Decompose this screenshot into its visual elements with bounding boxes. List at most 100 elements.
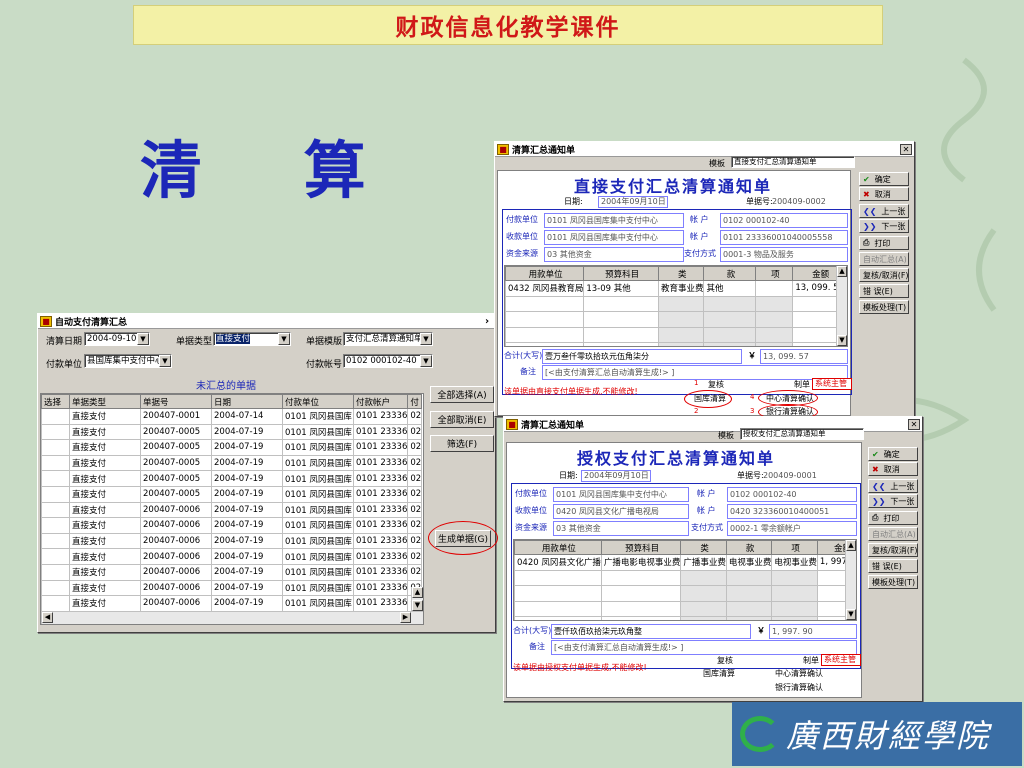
confirm-button[interactable]: ✔ 确定 [859, 172, 909, 186]
select-cell[interactable] [41, 517, 70, 534]
chevron-up-icon[interactable]: ▲ [837, 266, 847, 277]
template-field[interactable]: 直接支付汇总清算通知单 [731, 156, 855, 168]
method-field[interactable]: 0002-1 零余额帐户 [727, 521, 857, 536]
payer-select[interactable]: 县国库集中支付中心 ▼ [84, 354, 172, 368]
auto-summary-button[interactable]: 自动汇总(A) [868, 527, 918, 541]
grid-hscroll[interactable]: ◀ ▶ [41, 611, 423, 624]
cancel-all-button[interactable]: 全部取消(E) [430, 411, 494, 428]
table-row[interactable]: 直接支付200407-00062004-07-190101 凤冈县国库0101 … [41, 563, 423, 581]
select-cell[interactable] [41, 548, 70, 565]
select-cell[interactable] [41, 595, 70, 612]
print-button[interactable]: ⎙ 打印 [859, 236, 909, 250]
cancel-button[interactable]: ✖ 取消 [868, 462, 918, 476]
document-grid[interactable]: 选择 单据类型 单据号 日期 付款单位 付款帐户付 直接支付 200407-0001 2004… [40, 393, 424, 625]
review-toggle-button[interactable]: 复核/取消(F) [859, 268, 909, 282]
template-select[interactable]: 支付汇总清算通知单 ▼ [343, 332, 433, 346]
table-row[interactable]: 直接支付200407-00062004-07-190101 凤冈县国库0101 … [41, 532, 423, 550]
prev-button[interactable]: ❮❮ 上一张 [868, 479, 918, 493]
table-row[interactable]: 直接支付200407-00062004-07-190101 凤冈县国库0101 … [41, 595, 423, 612]
payee-acct-field[interactable]: 0101 23336001040005558 [720, 230, 848, 245]
table-row[interactable]: 直接支付 200407-0005 2004-07-19 0101 凤冈县国库 0101 … [41, 470, 423, 487]
table-row[interactable]: 直接支付 200407-0005 2004-07-19 0101 凤冈县国库 0101 … [41, 423, 423, 441]
table-row[interactable]: 直接支付 200407-0005 2004-07-19 0101 凤冈县国库 0101 … [41, 485, 423, 503]
select-cell[interactable] [41, 454, 70, 472]
column-header[interactable]: 选择 [41, 394, 70, 409]
template-button[interactable]: 模板处理(T) [859, 300, 909, 314]
table-row[interactable]: 直接支付200407-00062004-07-190101 凤冈县国库0101 … [41, 579, 423, 597]
template-field[interactable]: 授权支付汇总清算通知单 [740, 428, 864, 440]
select-cell[interactable] [41, 532, 70, 550]
select-cell[interactable] [41, 563, 70, 581]
select-cell[interactable] [41, 439, 70, 456]
scroll-right-icon[interactable]: › [481, 316, 493, 327]
select-all-button[interactable]: 全部选择(A) [430, 386, 494, 403]
select-cell[interactable] [41, 485, 70, 503]
chevron-up-icon[interactable]: ▲ [412, 587, 423, 598]
select-cell[interactable] [41, 501, 70, 519]
chevron-down-icon[interactable]: ▼ [837, 335, 847, 346]
column-header[interactable]: 付 [407, 394, 423, 409]
payee-field[interactable]: 0101 凤冈县国库集中支付中心 [544, 230, 684, 245]
cancel-button[interactable]: ✖ 取消 [859, 187, 909, 201]
payer-acct-field[interactable]: 0102 000102-40 [720, 213, 848, 228]
review-toggle-button[interactable]: 复核/取消(F) [868, 543, 918, 557]
fund-field[interactable]: 03 其他资金 [553, 521, 689, 536]
chevron-right-icon[interactable]: ▶ [400, 612, 411, 623]
date-field[interactable]: 2004年09月10日 [598, 196, 668, 208]
chevron-down-icon[interactable]: ▼ [846, 609, 856, 620]
direct-detail-grid[interactable]: 用款单位 预算科目类款项金额 0432 凤冈县教育局 13-09 其他 教育事业费 其他… [504, 265, 848, 347]
remark-field[interactable]: [<由支付清算汇总自动清算生成!> ] [551, 640, 857, 655]
table-row[interactable]: 直接支付 200407-0005 2004-07-19 0101 凤冈县国库 0101 … [41, 454, 423, 472]
error-button[interactable]: 错 误(E) [868, 559, 918, 573]
select-cell[interactable] [41, 470, 70, 487]
payer-field[interactable]: 0101 凤冈县国库集中支付中心 [553, 487, 689, 502]
table-row[interactable]: 直接支付200407-00062004-07-190101 凤冈县国库0101 … [41, 517, 423, 534]
chevron-down-icon[interactable]: ▼ [420, 333, 432, 345]
select-cell[interactable] [41, 408, 70, 425]
filter-button[interactable]: 筛选(F) [430, 435, 494, 452]
column-header[interactable]: 付款帐户 [352, 394, 409, 409]
clear-date-field[interactable]: 2004-09-10 ▼ [84, 332, 150, 346]
chevron-down-icon[interactable]: ▼ [420, 355, 432, 367]
chevron-left-icon[interactable]: ◀ [42, 612, 53, 623]
column-header[interactable]: 付款单位 [282, 394, 354, 409]
select-cell[interactable] [41, 579, 70, 597]
chevron-down-icon[interactable]: ▼ [278, 333, 290, 345]
fund-field[interactable]: 03 其他资金 [544, 247, 684, 262]
chevron-down-icon[interactable]: ▼ [159, 355, 171, 367]
detail-vscroll[interactable]: ▲ ▼ [836, 266, 847, 346]
date-field[interactable]: 2004年09月10日 [581, 470, 651, 482]
detail-row[interactable]: 0432 凤冈县教育局 13-09 其他 教育事业费 其他 13, 099. 57 [505, 280, 847, 297]
table-row[interactable]: 直接支付 200407-0001 2004-07-14 0101 凤冈县国库 0101 … [41, 408, 423, 425]
payee-field[interactable]: 0420 凤冈县文化广播电视局 [553, 504, 689, 519]
chevron-down-icon[interactable]: ▼ [137, 333, 149, 345]
table-row[interactable]: 直接支付 200407-0005 2004-07-19 0101 凤冈县国库 0101 … [41, 439, 423, 456]
template-button[interactable]: 模板处理(T) [868, 575, 918, 589]
grid-vscroll[interactable]: ▲ ▼ [411, 587, 423, 611]
next-button[interactable]: ❯❯ 下一张 [868, 494, 918, 508]
close-icon[interactable]: ✕ [900, 143, 912, 155]
select-cell[interactable] [41, 423, 70, 441]
detail-row[interactable]: 0420 凤冈县文化广播 广播电影电视事业费 广播事业费 电视事业费 电视事业费 1, 9… [514, 554, 856, 571]
account-select[interactable]: 0102 000102-40 ▼ [343, 354, 433, 368]
column-header[interactable]: 日期 [211, 394, 283, 409]
payee-acct-field[interactable]: 0420 323360010400051 [727, 504, 857, 519]
table-row[interactable]: 直接支付200407-00062004-07-190101 凤冈县国库0101 … [41, 501, 423, 519]
auto-summary-button[interactable]: 自动汇总(A) [859, 252, 909, 266]
confirm-button[interactable]: ✔ 确定 [868, 447, 918, 461]
chevron-up-icon[interactable]: ▲ [846, 540, 856, 551]
column-header[interactable]: 单据类型 [69, 394, 141, 409]
prev-button[interactable]: ❮❮ 上一张 [859, 204, 909, 218]
chevron-down-icon[interactable]: ▼ [412, 600, 423, 611]
detail-vscroll[interactable]: ▲ ▼ [845, 540, 856, 620]
payer-acct-field[interactable]: 0102 000102-40 [727, 487, 857, 502]
table-row[interactable]: 直接支付200407-00062004-07-190101 凤冈县国库0101 … [41, 548, 423, 565]
next-button[interactable]: ❯❯ 下一张 [859, 219, 909, 233]
method-field[interactable]: 0001-3 物品及服务 [720, 247, 848, 262]
doc-type-select[interactable]: 直接支付 ▼ [213, 332, 291, 346]
payer-field[interactable]: 0101 凤冈县国库集中支付中心 [544, 213, 684, 228]
column-header[interactable]: 单据号 [140, 394, 212, 409]
close-icon[interactable]: ✕ [908, 418, 920, 430]
error-button[interactable]: 错 误(E) [859, 284, 909, 298]
auth-detail-grid[interactable]: 用款单位 预算科目类款项金额 0420 凤冈县文化广播 广播电影电视事业费 广播事业费… [513, 539, 857, 621]
